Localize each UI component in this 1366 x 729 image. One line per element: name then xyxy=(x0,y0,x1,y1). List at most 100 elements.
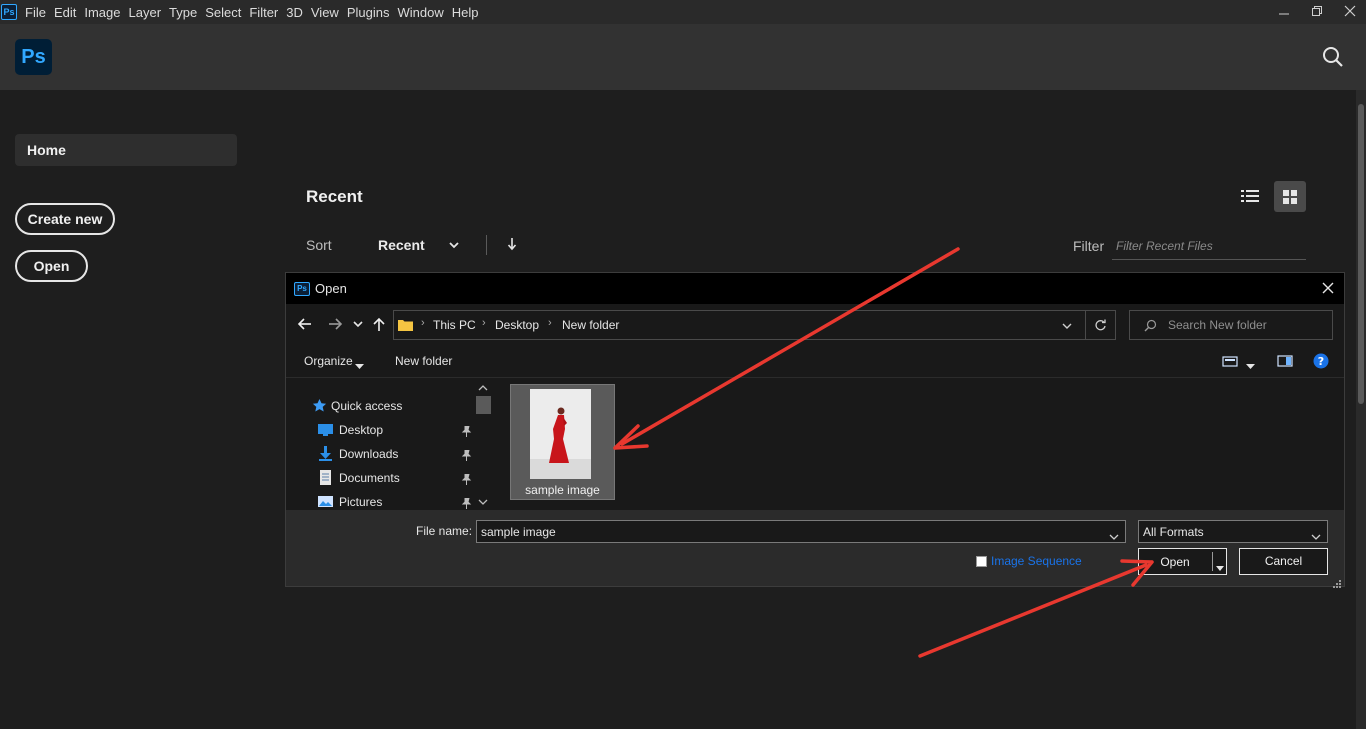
sort-direction-icon[interactable] xyxy=(505,236,519,252)
file-name-caption: File name: xyxy=(416,524,473,538)
caret-down-icon[interactable] xyxy=(1216,559,1224,571)
filter-input[interactable] xyxy=(1112,232,1306,260)
menu-plugins[interactable]: Plugins xyxy=(347,5,390,20)
organize-button[interactable]: Organize xyxy=(304,354,353,368)
pin-icon[interactable] xyxy=(461,424,472,437)
breadcrumb-separator: › xyxy=(421,317,425,329)
recent-locations-icon[interactable] xyxy=(353,316,363,332)
image-sequence-label[interactable]: Image Sequence xyxy=(991,554,1082,568)
breadcrumb-desktop[interactable]: Desktop xyxy=(495,318,539,332)
nav-item-label: Documents xyxy=(339,471,400,485)
breadcrumb-separator: › xyxy=(548,317,552,329)
menu-type[interactable]: Type xyxy=(169,5,197,20)
restore-icon[interactable] xyxy=(1300,0,1333,22)
refresh-icon[interactable] xyxy=(1085,311,1115,339)
file-list: sample image xyxy=(491,379,1344,509)
scroll-up-icon[interactable] xyxy=(475,381,491,395)
search-icon[interactable] xyxy=(1322,46,1344,68)
folder-search-input[interactable] xyxy=(1168,316,1328,334)
close-window-icon[interactable] xyxy=(1333,0,1366,22)
desktop-icon xyxy=(318,422,333,437)
nav-pane-scrollbar[interactable] xyxy=(475,379,491,509)
nav-item-desktop[interactable]: Desktop xyxy=(286,419,476,441)
create-new-button[interactable]: Create new xyxy=(15,203,115,235)
menu-select[interactable]: Select xyxy=(205,5,241,20)
star-icon xyxy=(312,398,327,413)
file-name-combobox[interactable]: sample image xyxy=(476,520,1126,543)
file-name-label: sample image xyxy=(525,483,600,497)
menu-edit[interactable]: Edit xyxy=(54,5,76,20)
menu-layer[interactable]: Layer xyxy=(129,5,162,20)
list-view-icon[interactable] xyxy=(1238,184,1262,208)
menu-view[interactable]: View xyxy=(311,5,339,20)
caret-down-icon[interactable] xyxy=(1246,357,1255,369)
chevron-down-icon[interactable] xyxy=(1061,319,1073,331)
main-scrollbar[interactable] xyxy=(1356,90,1366,729)
dialog-footer: File name: sample image All Formats Imag… xyxy=(286,510,1344,588)
split-divider xyxy=(1212,552,1213,571)
back-arrow-icon[interactable] xyxy=(297,316,313,332)
photoshop-home-screen: Ps File Edit Image Layer Type Select Fil… xyxy=(0,0,1366,729)
image-sequence-checkbox[interactable] xyxy=(976,556,987,567)
menu-window[interactable]: Window xyxy=(397,5,443,20)
folder-icon xyxy=(398,317,413,332)
sort-label: Sort xyxy=(306,237,332,253)
folder-search-box[interactable] xyxy=(1129,310,1333,340)
menu-file[interactable]: File xyxy=(25,5,46,20)
nav-item-label: Desktop xyxy=(339,423,384,437)
address-bar[interactable]: › This PC › Desktop › New folder xyxy=(393,310,1116,340)
format-dropdown[interactable]: All Formats xyxy=(1138,520,1328,543)
change-view-icon[interactable] xyxy=(1222,353,1238,369)
pin-icon[interactable] xyxy=(461,472,472,485)
menu-3d[interactable]: 3D xyxy=(286,5,303,20)
open-button[interactable]: Open xyxy=(15,250,88,282)
help-icon[interactable]: ? xyxy=(1313,353,1329,369)
home-header: Ps xyxy=(0,24,1366,90)
breadcrumb-separator: › xyxy=(482,317,486,329)
sort-dropdown[interactable]: Recent xyxy=(378,237,425,253)
open-file-dialog: Ps Open › This PC › Desktop › New folder… xyxy=(285,272,1345,588)
minimize-icon[interactable] xyxy=(1267,0,1300,22)
close-icon[interactable] xyxy=(1320,280,1336,296)
forward-arrow-icon[interactable] xyxy=(327,316,343,332)
file-tile[interactable]: sample image xyxy=(510,384,615,500)
navigation-pane: Quick access Desktop Downloads Documents… xyxy=(286,379,491,509)
caret-down-icon[interactable] xyxy=(355,357,364,369)
navigation-row: › This PC › Desktop › New folder xyxy=(286,304,1344,344)
dialog-title: Open xyxy=(315,281,347,296)
new-folder-button[interactable]: New folder xyxy=(395,354,452,368)
scrollbar-thumb[interactable] xyxy=(1358,104,1364,404)
window-controls xyxy=(1267,0,1366,24)
grid-view-icon[interactable] xyxy=(1274,181,1306,212)
pin-icon[interactable] xyxy=(461,448,472,461)
scrollbar-thumb[interactable] xyxy=(476,396,491,414)
chevron-down-icon[interactable] xyxy=(1109,528,1119,540)
nav-item-documents[interactable]: Documents xyxy=(286,467,476,489)
dialog-open-button[interactable]: Open xyxy=(1138,548,1227,575)
filter-label: Filter xyxy=(1073,238,1105,254)
chevron-down-icon[interactable] xyxy=(1311,528,1321,540)
breadcrumb-new-folder[interactable]: New folder xyxy=(562,318,619,332)
pin-icon[interactable] xyxy=(461,496,472,509)
chevron-down-icon[interactable] xyxy=(447,238,461,252)
nav-item-downloads[interactable]: Downloads xyxy=(286,443,476,465)
nav-item-quick-access[interactable]: Quick access xyxy=(286,395,476,417)
preview-pane-icon[interactable] xyxy=(1277,353,1293,369)
dialog-app-icon: Ps xyxy=(294,281,310,296)
resize-grip-icon[interactable] xyxy=(1333,575,1341,588)
menu-image[interactable]: Image xyxy=(84,5,120,20)
command-bar: Organize New folder ? xyxy=(286,344,1344,378)
cancel-button[interactable]: Cancel xyxy=(1239,548,1328,575)
breadcrumb-this-pc[interactable]: This PC xyxy=(433,318,476,332)
menu-bar: Ps File Edit Image Layer Type Select Fil… xyxy=(0,0,1366,24)
photoshop-logo: Ps xyxy=(15,39,52,75)
svg-text:?: ? xyxy=(1318,355,1324,368)
sidebar-item-home[interactable]: Home xyxy=(15,134,237,166)
dialog-title-bar: Ps Open xyxy=(286,273,1344,304)
menu-filter[interactable]: Filter xyxy=(249,5,278,20)
scroll-down-icon[interactable] xyxy=(475,495,491,509)
file-name-value[interactable]: sample image xyxy=(481,525,556,539)
image-thumbnail xyxy=(530,389,591,479)
menu-help[interactable]: Help xyxy=(452,5,479,20)
up-arrow-icon[interactable] xyxy=(371,316,387,332)
